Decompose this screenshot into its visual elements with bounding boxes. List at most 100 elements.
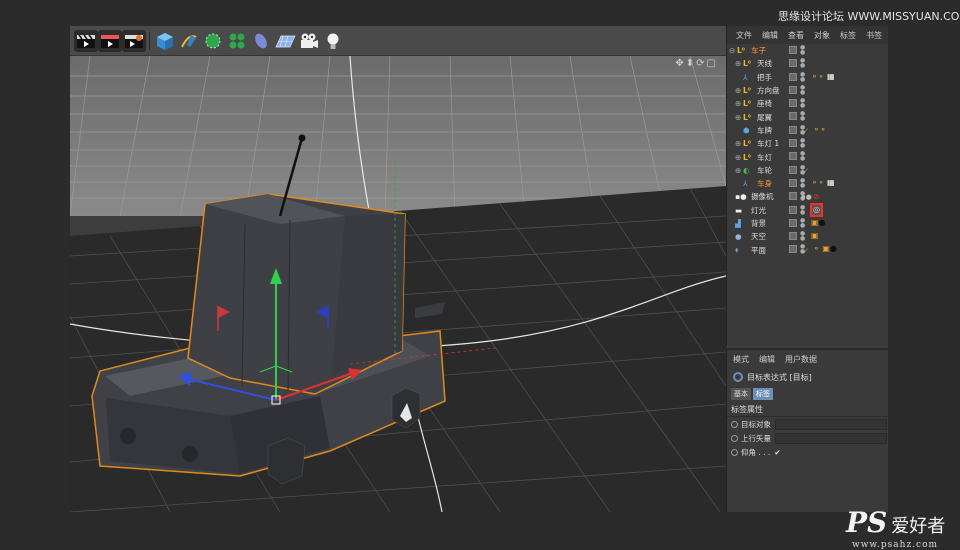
null-object-icon: L⁰ — [743, 139, 752, 149]
render-dots-icon[interactable]: ● ● — [800, 111, 805, 122]
3d-viewport[interactable]: ✥⬍⟳▢ — [70, 56, 726, 512]
target-object-input[interactable] — [775, 418, 887, 430]
visibility-toggle-icon[interactable] — [789, 218, 797, 227]
expand-toggle-icon[interactable]: ⊕ — [735, 153, 741, 162]
visibility-toggle-icon[interactable] — [789, 59, 797, 68]
expand-toggle-icon[interactable]: ⊕ — [735, 99, 741, 108]
menu-bookmark[interactable]: 书签 — [866, 30, 882, 41]
camera-switch-icon[interactable]: ▪● — [801, 193, 812, 201]
render-dots-icon[interactable]: ● ● — [800, 45, 805, 56]
object-row-seat[interactable]: ⊕ L⁰ 座椅 ● ● — [727, 97, 888, 110]
visibility-toggle-icon[interactable] — [789, 245, 797, 254]
render-dots-icon[interactable]: ● ● — [800, 231, 805, 242]
light-icon[interactable] — [321, 30, 345, 52]
visibility-toggle-icon[interactable] — [789, 232, 797, 241]
menu-user-data[interactable]: 用户数据 — [785, 354, 817, 365]
tag-icons[interactable]: ⚬⚬ ▦ — [811, 72, 835, 81]
object-row-sky[interactable]: ● 天空 ● ● ▣ — [727, 230, 888, 243]
visibility-toggle-icon[interactable] — [789, 85, 797, 94]
object-row-light[interactable]: ▬ 灯光 ● ● ◎ — [727, 202, 888, 217]
render-picture-icon[interactable] — [98, 30, 122, 52]
visibility-toggle-icon[interactable] — [789, 178, 797, 187]
render-view-icon[interactable] — [74, 30, 98, 52]
expand-toggle-icon[interactable]: ⊕ — [735, 113, 741, 122]
up-vector-input[interactable] — [775, 432, 887, 444]
tag-icons[interactable]: ⚬⚬ ▦ — [811, 178, 835, 187]
field-label: 上行矢量 — [741, 433, 771, 443]
floor-plane-icon[interactable] — [273, 30, 297, 52]
object-row-antenna[interactable]: ⊕ L⁰ 天线 ● ● — [727, 57, 888, 70]
object-row-spoiler[interactable]: ⊕ L⁰ 尾翼 ● ● — [727, 110, 888, 123]
render-dots-icon[interactable]: ● ● — [800, 84, 805, 95]
pitch-checkbox[interactable]: ✔ — [774, 448, 780, 457]
cube-icon[interactable] — [153, 30, 177, 52]
object-row-license-plate[interactable]: ⬢ 车牌 ● ● ✓ ⚬⚬ — [727, 124, 888, 137]
render-dots-icon[interactable]: ● ● — [800, 58, 805, 69]
camera-icon[interactable] — [297, 30, 321, 52]
render-dots-icon[interactable]: ● ● — [800, 177, 805, 188]
object-name: 车牌 — [757, 125, 772, 135]
expand-toggle-icon[interactable]: ⊕ — [735, 86, 741, 95]
expand-toggle-icon[interactable]: ⊕ — [735, 166, 741, 175]
menu-file[interactable]: 文件 — [736, 30, 752, 41]
menu-tag[interactable]: 标签 — [840, 30, 856, 41]
object-row-camera[interactable]: ▪● 摄像机 ● ● ▪● ⊘ — [727, 190, 888, 203]
tag-icons[interactable]: ⚬ ▣● — [813, 244, 837, 253]
expand-toggle-icon[interactable]: ⊕ — [735, 139, 741, 148]
check-icon[interactable]: ✓ — [803, 126, 809, 135]
render-dots-icon[interactable]: ● ● — [800, 217, 805, 228]
menu-edit[interactable]: 编辑 — [759, 354, 775, 365]
field-label: 仰角 . . . — [741, 447, 771, 457]
visibility-toggle-icon[interactable] — [789, 165, 797, 174]
object-row-car[interactable]: ⊖ L⁰ 车子 ● ● — [727, 44, 888, 57]
visibility-toggle-icon[interactable] — [789, 152, 797, 161]
subdivision-icon[interactable] — [201, 30, 225, 52]
object-row-plane[interactable]: ⬧ 平面 ● ● ✓ ⚬ ▣● — [727, 243, 888, 256]
menu-edit[interactable]: 编辑 — [762, 30, 778, 41]
object-row-headlight-1[interactable]: ⊕ L⁰ 车灯 1 ● ● — [727, 137, 888, 150]
menu-view[interactable]: 查看 — [788, 30, 804, 41]
visibility-toggle-icon[interactable] — [789, 99, 797, 108]
visibility-toggle-icon[interactable] — [789, 192, 797, 201]
expand-toggle-icon[interactable]: ⊕ — [735, 59, 741, 68]
render-dots-icon[interactable]: ● ● — [800, 71, 805, 82]
target-tag-icon[interactable]: ◎ — [810, 202, 823, 217]
visibility-toggle-icon[interactable] — [789, 125, 797, 134]
animate-radio-icon[interactable] — [731, 420, 738, 428]
tag-icons[interactable]: ▣ — [811, 231, 819, 240]
visibility-toggle-icon[interactable] — [789, 46, 797, 54]
deformer-icon[interactable] — [249, 30, 273, 52]
render-settings-icon[interactable] — [122, 30, 146, 52]
tag-icons[interactable]: ▣● — [811, 218, 826, 227]
render-dots-icon[interactable]: ● ● — [800, 204, 805, 215]
render-dots-icon[interactable]: ● ● — [800, 98, 805, 109]
visibility-toggle-icon[interactable] — [789, 72, 797, 81]
array-icon[interactable] — [225, 30, 249, 52]
object-row-headlight[interactable]: ⊕ L⁰ 车灯 ● ● — [727, 150, 888, 163]
visibility-toggle-icon[interactable] — [789, 205, 797, 214]
object-row-wheels[interactable]: ⊕ ◐ 车轮 ● ● ✓ — [727, 164, 888, 177]
pen-spline-icon[interactable] — [177, 30, 201, 52]
visibility-toggle-icon[interactable] — [789, 112, 797, 121]
check-icon[interactable]: ✓ — [803, 166, 809, 175]
null-object-icon: L⁰ — [743, 99, 752, 109]
object-row-handle[interactable]: ⅄ 把手 ● ● ⚬⚬ ▦ — [727, 71, 888, 84]
viewport-nav-icons[interactable]: ✥⬍⟳▢ — [675, 58, 718, 69]
render-dots-icon[interactable]: ● ● — [800, 151, 805, 162]
object-row-steering-wheel[interactable]: ⊕ L⁰ 方向盘 ● ● — [727, 84, 888, 97]
tab-basic[interactable]: 基本 — [731, 388, 751, 400]
animate-radio-icon[interactable] — [731, 434, 738, 442]
animate-radio-icon[interactable] — [731, 448, 738, 456]
protection-tag-icon[interactable]: ⊘ — [813, 192, 819, 201]
background-object-icon: ▟ — [735, 219, 741, 228]
visibility-toggle-icon[interactable] — [789, 139, 797, 148]
render-dots-icon[interactable]: ● ● — [800, 138, 805, 149]
check-icon[interactable]: ✓ — [803, 246, 809, 255]
object-row-car-body[interactable]: ⅄ 车身 ● ● ⚬⚬ ▦ — [727, 177, 888, 190]
object-row-background[interactable]: ▟ 背景 ● ● ▣● — [727, 217, 888, 230]
tag-icons[interactable]: ⚬⚬ — [813, 125, 826, 134]
expand-toggle-icon[interactable]: ⊖ — [729, 46, 735, 55]
tab-tag[interactable]: 标签 — [753, 388, 773, 400]
menu-mode[interactable]: 模式 — [733, 354, 749, 365]
menu-object[interactable]: 对象 — [814, 30, 830, 41]
